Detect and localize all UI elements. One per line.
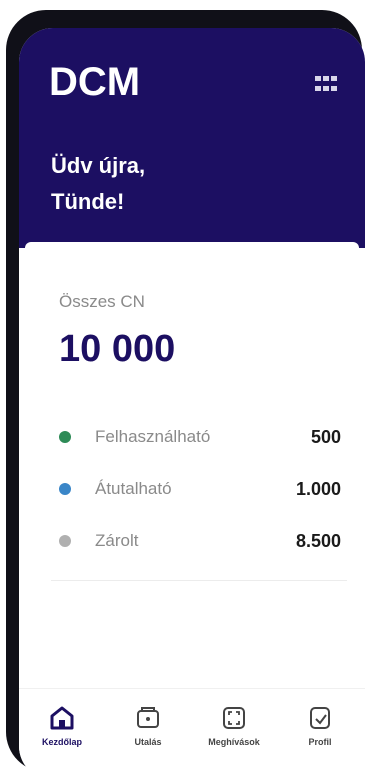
available-dot-icon bbox=[59, 431, 71, 443]
balance-row-label: Zárolt bbox=[95, 531, 139, 550]
nav-label: Kezdőlap bbox=[41, 737, 82, 747]
phone-frame: DCM Üdv újra, Tünde! Összes CN 10 000 Fe… bbox=[6, 10, 365, 780]
balance-row-value: 500 bbox=[310, 426, 341, 447]
nav-item-home[interactable]: Kezdőlap bbox=[27, 703, 97, 747]
nav-label: Meghívások bbox=[208, 737, 260, 747]
greeting-line-1: Üdv újra, bbox=[51, 153, 146, 178]
wallet-icon bbox=[137, 707, 159, 728]
balance-row-value: 8.500 bbox=[295, 530, 341, 551]
transferable-dot-icon bbox=[59, 483, 71, 495]
balance-row-available: Felhasználható 500 bbox=[59, 422, 341, 452]
nav-item-invites[interactable]: Meghívások bbox=[199, 703, 269, 747]
locked-dot-icon bbox=[59, 535, 71, 547]
nav-item-transfer[interactable]: Utalás bbox=[113, 703, 183, 747]
balance-label: Összes CN bbox=[59, 292, 145, 311]
invite-icon bbox=[223, 707, 245, 729]
card-divider bbox=[51, 580, 347, 581]
balance-row-value: 1.000 bbox=[295, 478, 341, 499]
greeting-user-name: Tünde! bbox=[51, 189, 125, 214]
header: DCM Üdv újra, Tünde! bbox=[19, 28, 365, 248]
balance-total: 10 000 bbox=[59, 328, 176, 370]
app-logo: DCM bbox=[49, 60, 141, 104]
balance-row-label: Átutalható bbox=[95, 479, 172, 498]
menu-grid-icon[interactable] bbox=[315, 76, 337, 94]
nav-label: Profil bbox=[308, 737, 332, 747]
balance-row-transferable: Átutalható 1.000 bbox=[59, 474, 341, 504]
profile-icon bbox=[310, 707, 330, 729]
home-icon bbox=[50, 706, 74, 730]
balance-row-label: Felhasználható bbox=[95, 427, 211, 446]
greeting: Üdv újra, Tünde! bbox=[51, 148, 145, 220]
nav-label: Utalás bbox=[134, 737, 162, 747]
nav-item-profile[interactable]: Profil bbox=[285, 703, 355, 747]
balance-card: Összes CN 10 000 Felhasználható 500 Átut… bbox=[25, 242, 359, 602]
bottom-nav: Kezdőlap Utalás Meghívások Profil bbox=[19, 688, 365, 780]
balance-row-locked: Zárolt 8.500 bbox=[59, 526, 341, 556]
app-screen: DCM Üdv újra, Tünde! Összes CN 10 000 Fe… bbox=[19, 28, 365, 780]
